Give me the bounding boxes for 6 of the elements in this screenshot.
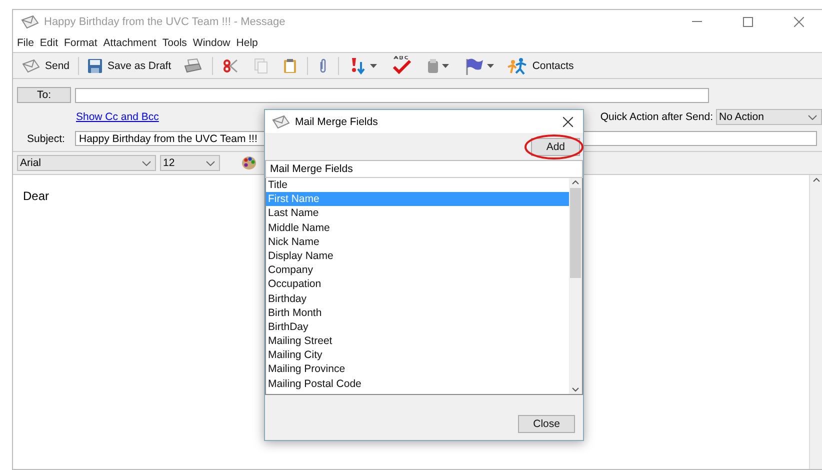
window-title: Happy Birthday from the UVC Team !!! - Message [44,16,286,28]
subject-label: Subject: [26,132,66,144]
quick-action-label: Quick Action after Send: [600,111,713,123]
message-text: Dear [23,189,50,203]
list-header: Mail Merge Fields [265,160,583,178]
dialog-title: Mail Merge Fields [295,116,378,128]
